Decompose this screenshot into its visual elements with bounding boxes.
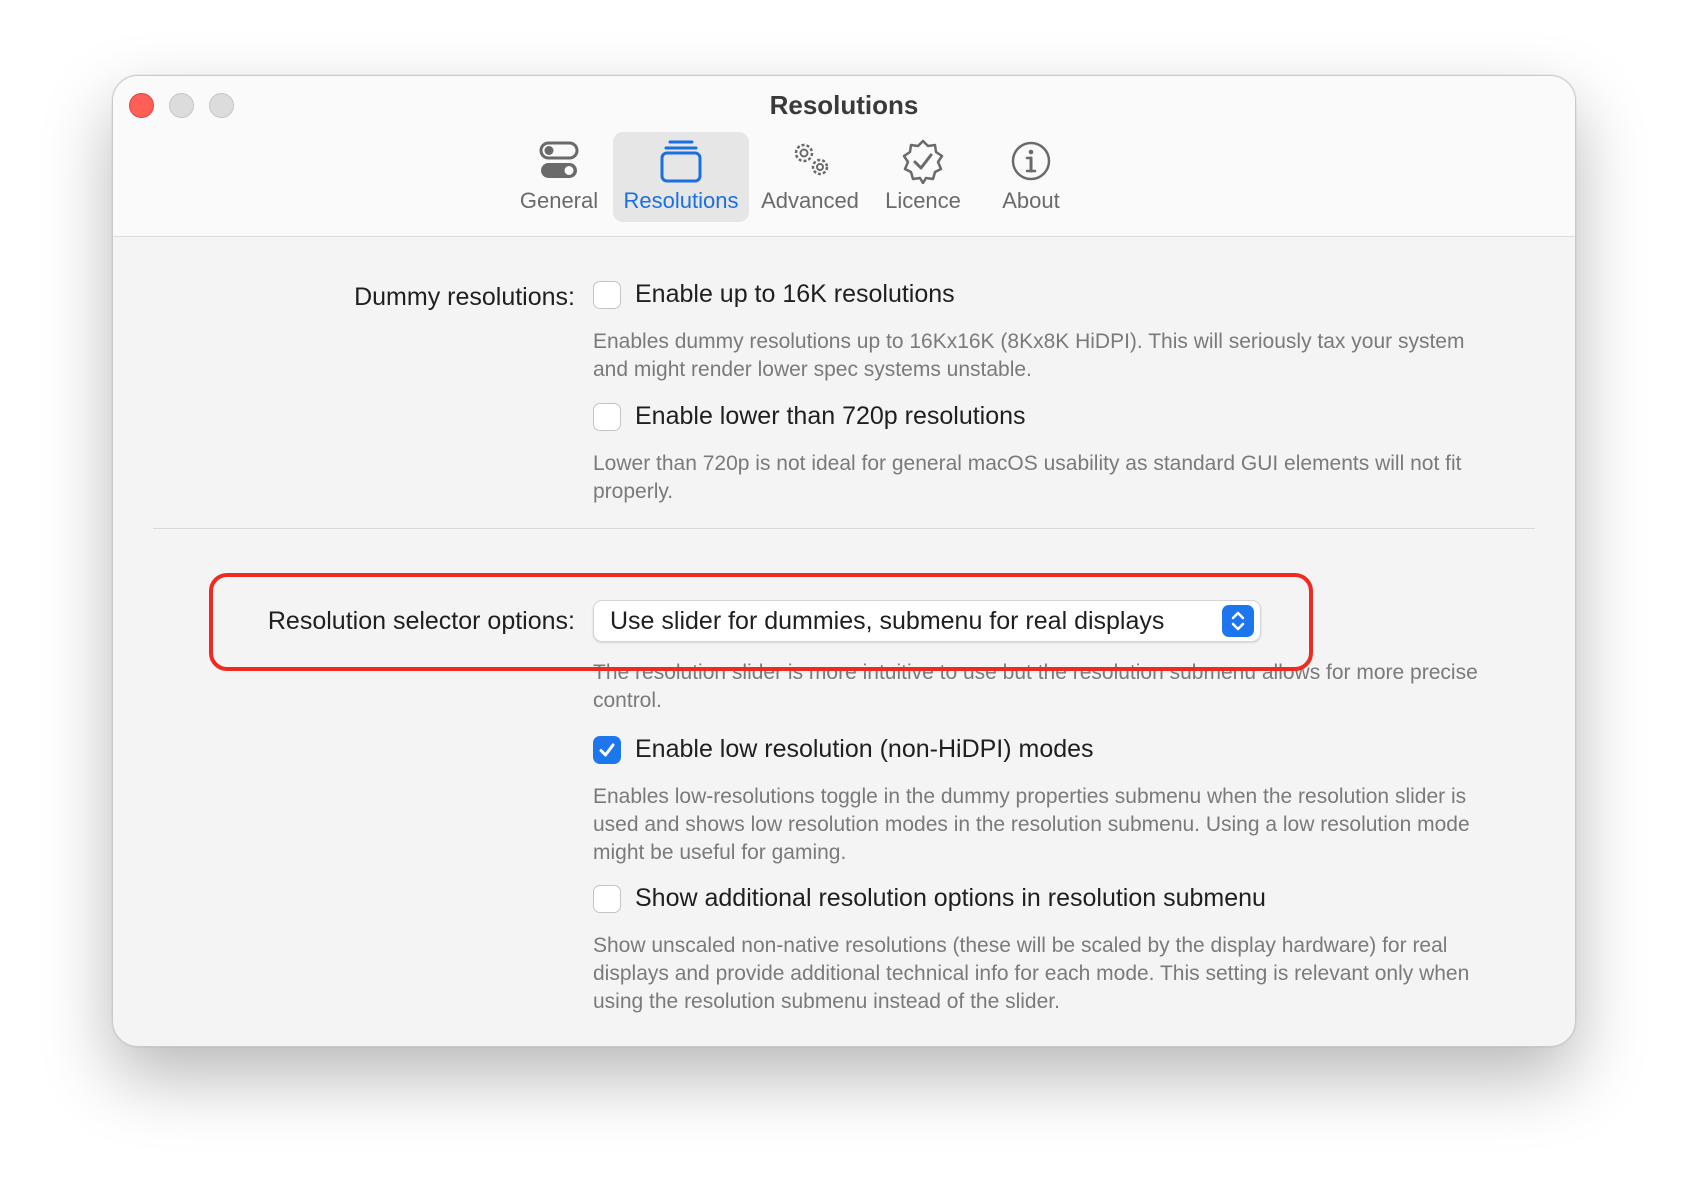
checkmark-icon <box>599 743 615 756</box>
enable-lowres-checkbox[interactable] <box>593 735 621 764</box>
enable-low-720-label: Enable lower than 720p resolutions <box>635 402 1026 430</box>
display-stack-icon <box>660 140 702 183</box>
preferences-window: Resolutions General Resolutions Advanced… <box>112 75 1576 1047</box>
show-additional-description: Show unscaled non-native resolutions (th… <box>593 934 1470 1013</box>
show-additional-checkbox[interactable] <box>593 884 621 913</box>
show-additional-row[interactable]: Show additional resolution options in re… <box>593 884 1266 913</box>
enable-low-720-checkbox[interactable] <box>593 402 621 431</box>
info-circle-icon <box>1011 141 1051 181</box>
enable-lowres-description: Enables low-resolutions toggle in the du… <box>593 785 1470 864</box>
tab-label: Advanced <box>761 188 859 213</box>
tab-label: Licence <box>885 188 961 213</box>
tab-bar: General Resolutions Advanced Licence Abo… <box>113 132 1575 228</box>
enable-16k-description: Enables dummy resolutions up to 16Kx16K … <box>593 330 1465 381</box>
tab-label: About <box>1002 188 1060 213</box>
enable-16k-label: Enable up to 16K resolutions <box>635 280 955 308</box>
tab-general[interactable]: General <box>506 132 612 222</box>
tab-label: General <box>519 188 599 213</box>
enable-16k-checkbox[interactable] <box>593 280 621 309</box>
enable-low-720-description: Lower than 720p is not ideal for general… <box>593 452 1462 503</box>
window-title: Resolutions <box>769 90 919 120</box>
tab-about[interactable]: About <box>981 132 1081 222</box>
tab-label: Resolutions <box>623 188 739 213</box>
dummy-resolutions-label: Dummy resolutions: <box>354 283 575 311</box>
enable-lowres-label: Enable low resolution (non-HiDPI) modes <box>635 735 1094 763</box>
highlight-annotation <box>209 573 1313 671</box>
enable-lowres-row[interactable]: Enable low resolution (non-HiDPI) modes <box>593 735 1094 764</box>
gears-icon <box>794 143 829 176</box>
toggles-icon <box>539 141 579 178</box>
section-divider <box>153 528 1535 529</box>
tab-advanced[interactable]: Advanced <box>750 132 870 222</box>
resolutions-pane: Dummy resolutions: Enable up to 16K reso… <box>113 238 1575 1046</box>
seal-check-icon <box>902 139 944 184</box>
enable-16k-row[interactable]: Enable up to 16K resolutions <box>593 280 955 309</box>
enable-low-720-row[interactable]: Enable lower than 720p resolutions <box>593 402 1026 431</box>
toolbar: Resolutions General Resolutions Advanced… <box>113 76 1575 237</box>
tab-resolutions[interactable]: Resolutions <box>613 132 749 222</box>
show-additional-label: Show additional resolution options in re… <box>635 884 1266 912</box>
tab-licence[interactable]: Licence <box>871 132 975 222</box>
